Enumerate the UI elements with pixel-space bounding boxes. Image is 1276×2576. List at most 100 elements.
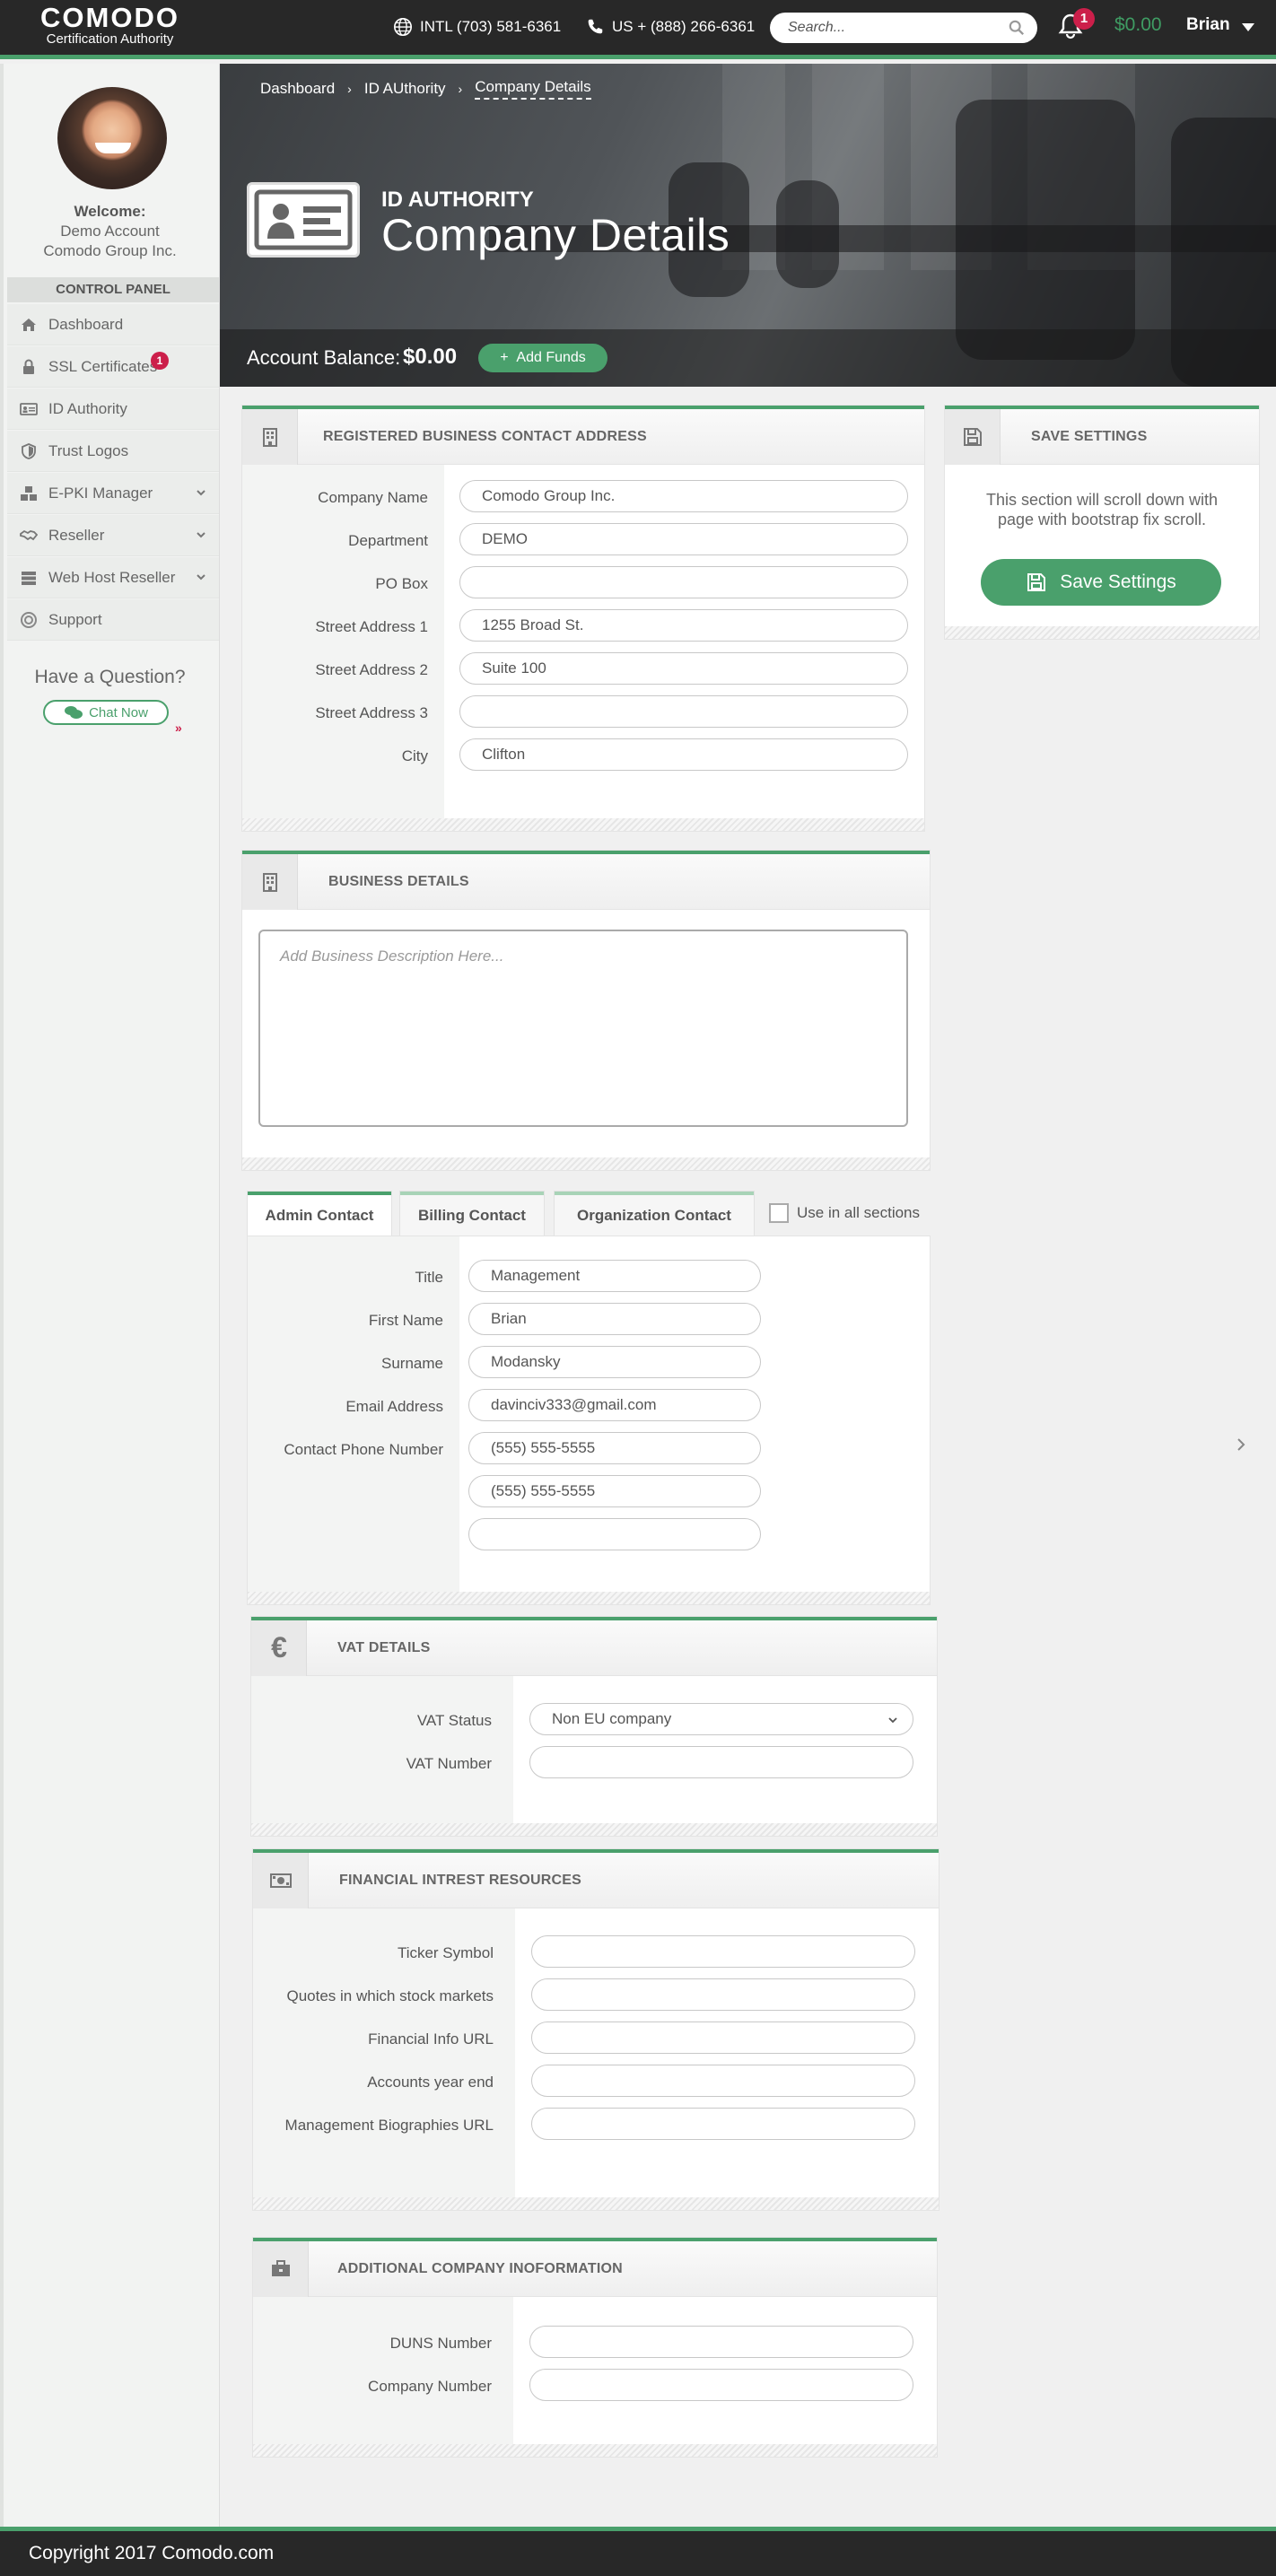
phone-input[interactable] bbox=[468, 1432, 761, 1464]
breadcrumb-dashboard[interactable]: Dashboard bbox=[260, 80, 335, 98]
add-funds-label: Add Funds bbox=[516, 350, 586, 365]
panel-footer bbox=[945, 626, 1259, 639]
comodo-logo[interactable]: COMODO Certification Authority bbox=[36, 4, 184, 48]
label-column: Title First Name Surname Email Address C… bbox=[248, 1236, 459, 1592]
panel-header: BUSINESS DETAILS bbox=[242, 854, 930, 910]
surname-input[interactable] bbox=[468, 1346, 761, 1378]
panel-title: SAVE SETTINGS bbox=[1031, 429, 1148, 444]
breadcrumb-id-authority[interactable]: ID AUthority bbox=[364, 80, 446, 98]
sidebar-item-trust-logos[interactable]: Trust Logos bbox=[7, 431, 219, 472]
page-title: Company Details bbox=[381, 210, 730, 260]
copyright-text: Copyright 2017 Comodo.com bbox=[29, 2543, 275, 2563]
phone-input-3[interactable] bbox=[468, 1518, 761, 1550]
tab-admin-contact[interactable]: Admin Contact bbox=[248, 1192, 391, 1236]
search-box bbox=[770, 13, 1037, 43]
notification-badge: 1 bbox=[1073, 8, 1095, 30]
label-column: Company Name Department PO Box Street Ad… bbox=[242, 465, 444, 818]
save-settings-button[interactable]: Save Settings bbox=[981, 559, 1221, 606]
us-phone-label: US + (888) 266-6361 bbox=[612, 18, 756, 35]
department-label: Department bbox=[348, 532, 428, 549]
balance-bar: Account Balance: $0.00 + Add Funds bbox=[220, 329, 1276, 387]
phone-input-2[interactable] bbox=[468, 1475, 761, 1507]
chevron-down-icon bbox=[197, 490, 205, 496]
po-box-input[interactable] bbox=[459, 566, 908, 598]
sidebar-item-id-authority[interactable]: ID Authority bbox=[7, 389, 219, 430]
building-icon bbox=[242, 409, 298, 465]
ticker-symbol-input[interactable] bbox=[531, 1935, 915, 1968]
financial-info-url-input[interactable] bbox=[531, 2022, 915, 2054]
ticker-symbol-label: Ticker Symbol bbox=[397, 1944, 494, 1961]
company-name-input[interactable] bbox=[459, 480, 908, 512]
vat-details-panel: € VAT DETAILS VAT Status VAT Number Non … bbox=[251, 1617, 937, 1836]
accounts-year-end-input[interactable] bbox=[531, 2065, 915, 2097]
logo-main: COMODO bbox=[40, 2, 179, 33]
intl-phone[interactable]: INTL (703) 581-6361 bbox=[393, 17, 561, 37]
money-icon bbox=[253, 1853, 309, 1908]
user-menu[interactable]: Brian bbox=[1186, 15, 1230, 35]
duns-number-input[interactable] bbox=[529, 2326, 913, 2358]
email-input[interactable] bbox=[468, 1389, 761, 1421]
company-number-input[interactable] bbox=[529, 2369, 913, 2401]
intl-phone-label: INTL (703) 581-6361 bbox=[420, 18, 562, 35]
sidebar-item-epki-manager[interactable]: E-PKI Manager bbox=[7, 473, 219, 514]
sidebar-item-reseller[interactable]: Reseller bbox=[7, 515, 219, 556]
street-address-1-input[interactable] bbox=[459, 609, 908, 642]
sidebar-item-label: Support bbox=[48, 610, 102, 628]
id-card-icon bbox=[247, 182, 360, 258]
sidebar-item-label: Dashboard bbox=[48, 315, 124, 333]
business-description-textarea[interactable] bbox=[258, 930, 908, 1127]
duns-number-label: DUNS Number bbox=[389, 2335, 492, 2352]
contact-phone-label: Contact Phone Number bbox=[284, 1441, 443, 1458]
sidebar-item-dashboard[interactable]: Dashboard bbox=[7, 304, 219, 345]
management-biographies-url-input[interactable] bbox=[531, 2108, 915, 2140]
vat-status-select[interactable]: Non EU company bbox=[529, 1703, 913, 1735]
stock-markets-input[interactable] bbox=[531, 1978, 915, 2011]
financial-form: Ticker Symbol Quotes in which stock mark… bbox=[253, 1908, 939, 2197]
chat-icon bbox=[65, 706, 83, 719]
top-bar: COMODO Certification Authority INTL (703… bbox=[0, 0, 1276, 59]
floppy-icon bbox=[945, 409, 1001, 465]
add-funds-button[interactable]: + Add Funds bbox=[478, 344, 607, 372]
tab-organization-contact[interactable]: Organization Contact bbox=[555, 1192, 754, 1236]
breadcrumb: Dashboard › ID AUthority › Company Detai… bbox=[260, 78, 591, 100]
first-name-input[interactable] bbox=[468, 1303, 761, 1335]
breadcrumb-separator: › bbox=[347, 82, 352, 96]
company-name-label: Company Name bbox=[318, 489, 428, 506]
additional-info-form: DUNS Number Company Number bbox=[253, 2297, 937, 2444]
question-heading: Have a Question? bbox=[34, 667, 186, 687]
surname-label: Surname bbox=[381, 1355, 443, 1372]
sidebar-item-label: Reseller bbox=[48, 526, 105, 544]
chat-now-label: Chat Now bbox=[89, 704, 148, 720]
use-in-all-sections-checkbox[interactable] bbox=[769, 1203, 789, 1223]
street-address-3-input[interactable] bbox=[459, 695, 908, 728]
account-name: Demo Account bbox=[60, 223, 160, 240]
city-input[interactable] bbox=[459, 738, 908, 771]
control-panel-heading: CONTROL PANEL bbox=[7, 277, 219, 302]
phone-icon bbox=[588, 19, 603, 34]
caret-down-icon[interactable] bbox=[1242, 23, 1254, 31]
vat-number-input[interactable] bbox=[529, 1746, 913, 1778]
label-column: Ticker Symbol Quotes in which stock mark… bbox=[253, 1908, 515, 2197]
address-form: Company Name Department PO Box Street Ad… bbox=[242, 465, 924, 818]
stock-markets-label: Quotes in which stock markets bbox=[286, 1987, 494, 2004]
panel-header: FINANCIAL INTREST RESOURCES bbox=[253, 1853, 939, 1908]
search-icon[interactable] bbox=[1009, 20, 1025, 36]
search-input[interactable] bbox=[788, 18, 1003, 38]
panel-footer bbox=[251, 1823, 937, 1836]
sidebar-item-web-host-reseller[interactable]: Web Host Reseller bbox=[7, 557, 219, 598]
chevron-right-icon[interactable] bbox=[1235, 1436, 1247, 1454]
sidebar-item-ssl-certificates[interactable]: SSL Certificates bbox=[7, 346, 219, 388]
panel-footer bbox=[242, 818, 924, 831]
sidebar-item-label: SSL Certificates bbox=[48, 357, 158, 375]
department-input[interactable] bbox=[459, 523, 908, 555]
footer: Copyright 2017 Comodo.com bbox=[0, 2527, 1276, 2576]
street-address-2-input[interactable] bbox=[459, 652, 908, 685]
panel-title: FINANCIAL INTREST RESOURCES bbox=[339, 1873, 582, 1888]
title-input[interactable] bbox=[468, 1260, 761, 1292]
email-address-label: Email Address bbox=[345, 1398, 443, 1415]
sidebar-item-support[interactable]: Support bbox=[7, 599, 219, 641]
tab-billing-contact[interactable]: Billing Contact bbox=[400, 1192, 544, 1236]
us-phone[interactable]: US + (888) 266-6361 bbox=[585, 17, 755, 37]
contact-form: Title First Name Surname Email Address C… bbox=[248, 1236, 930, 1592]
chat-now-button[interactable]: Chat Now bbox=[43, 700, 169, 725]
